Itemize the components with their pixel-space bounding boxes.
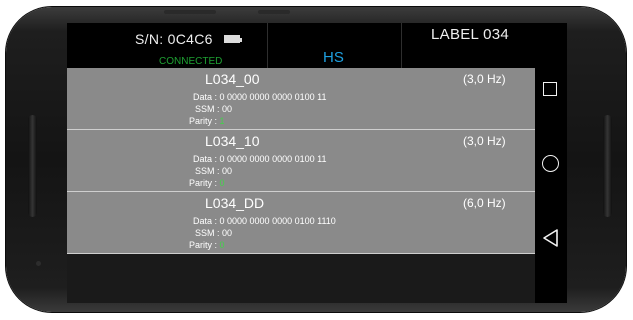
- row-ssm: SSM : 00: [195, 104, 232, 114]
- parity-label: Parity :: [189, 116, 220, 126]
- ssm-value: 00: [222, 228, 233, 238]
- data-value: 0 0000 0000 0000 0100 1110: [219, 216, 336, 226]
- row-parity: Parity : 0: [189, 240, 225, 250]
- triangle-back-icon[interactable]: [541, 228, 561, 248]
- data-label: Data :: [193, 154, 220, 164]
- label-list: L034_00 (3,0 Hz) Data : 0 0000 0000 0000…: [67, 68, 535, 254]
- volume-button: [164, 10, 216, 14]
- row-ssm: SSM : 00: [195, 166, 232, 176]
- row-parity: Parity : 0: [189, 178, 225, 188]
- navigation-bar: [535, 23, 567, 303]
- parity-label: Parity :: [189, 240, 220, 250]
- row-title: L034_00: [205, 71, 260, 87]
- parity-value: 0: [219, 178, 225, 188]
- data-value: 0 0000 0000 0000 0100 11: [219, 92, 327, 102]
- row-parity: Parity : 1: [189, 116, 225, 126]
- row-rate: (3,0 Hz): [463, 72, 506, 86]
- right-speaker: [603, 115, 612, 217]
- list-item[interactable]: L034_DD (6,0 Hz) Data : 0 0000 0000 0000…: [67, 192, 535, 254]
- row-ssm: SSM : 00: [195, 228, 232, 238]
- circle-icon[interactable]: [542, 155, 559, 172]
- row-title: L034_10: [205, 133, 260, 149]
- row-data: Data : 0 0000 0000 0000 0100 1110: [193, 216, 336, 226]
- serial-number: S/N: 0C4C6: [135, 31, 213, 47]
- power-button: [258, 10, 290, 14]
- connection-status: CONNECTED: [159, 56, 223, 67]
- list-item[interactable]: L034_00 (3,0 Hz) Data : 0 0000 0000 0000…: [67, 68, 535, 130]
- label-title: LABEL 034: [431, 26, 510, 43]
- mode-panel[interactable]: HS: [268, 23, 402, 68]
- ssm-label: SSM :: [195, 104, 223, 114]
- ssm-label: SSM :: [195, 166, 223, 176]
- row-rate: (6,0 Hz): [463, 196, 506, 210]
- ssm-label: SSM :: [195, 228, 223, 238]
- parity-label: Parity :: [189, 178, 220, 188]
- square-icon[interactable]: [543, 82, 557, 96]
- data-value: 0 0000 0000 0000 0100 11: [219, 154, 327, 164]
- ssm-value: 00: [222, 104, 233, 114]
- row-title: L034_DD: [205, 195, 265, 211]
- list-item[interactable]: L034_10 (3,0 Hz) Data : 0 0000 0000 0000…: [67, 130, 535, 192]
- parity-value: 0: [219, 240, 225, 250]
- ssm-value: 00: [222, 166, 233, 176]
- app-header: S/N: 0C4C6 CONNECTED HS LABEL 034: [67, 23, 535, 68]
- device-screen: S/N: 0C4C6 CONNECTED HS LABEL 034 L034_0…: [67, 23, 567, 303]
- data-label: Data :: [193, 216, 220, 226]
- row-data: Data : 0 0000 0000 0000 0100 11: [193, 154, 326, 164]
- sensor-dot: [36, 261, 41, 266]
- left-speaker: [28, 115, 37, 217]
- battery-icon: [224, 35, 242, 43]
- row-rate: (3,0 Hz): [463, 134, 506, 148]
- row-data: Data : 0 0000 0000 0000 0100 11: [193, 92, 326, 102]
- serial-panel: S/N: 0C4C6 CONNECTED: [67, 23, 268, 68]
- mode-indicator[interactable]: HS: [323, 49, 344, 66]
- parity-value: 1: [219, 116, 225, 126]
- data-label: Data :: [193, 92, 220, 102]
